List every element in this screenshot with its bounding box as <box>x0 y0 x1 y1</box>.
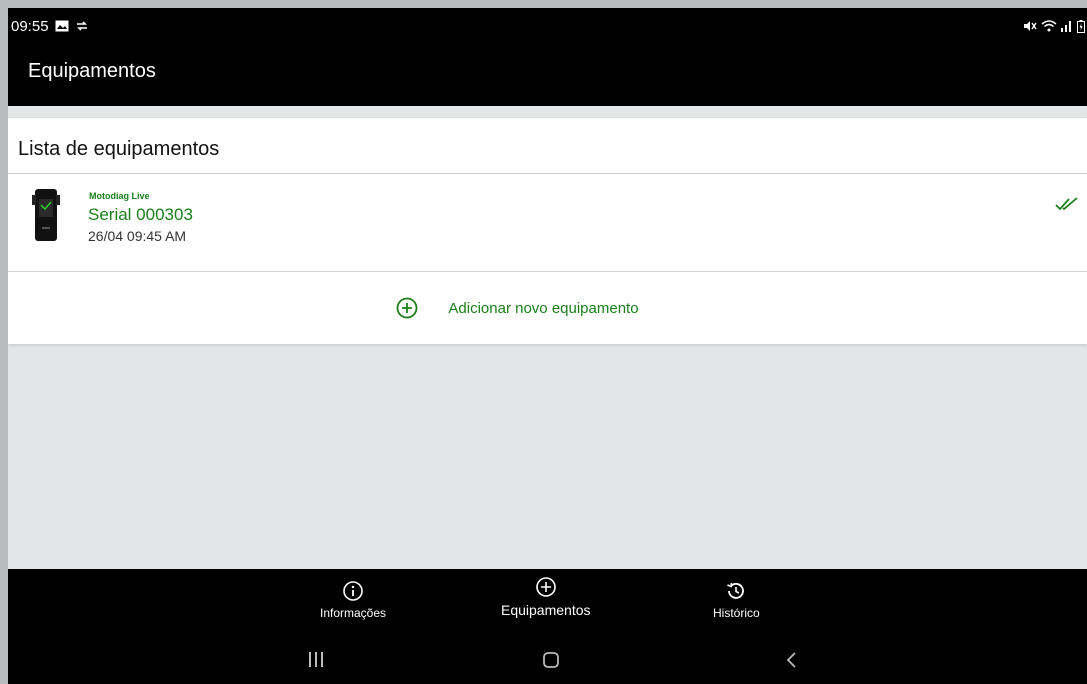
sync-notification-icon <box>76 21 87 31</box>
status-bar-right <box>1023 16 1085 36</box>
gallery-notification-icon <box>55 20 69 32</box>
nav-label: Histórico <box>713 606 760 620</box>
add-circle-icon <box>397 297 418 319</box>
page-title: Equipamentos <box>28 60 156 82</box>
add-equipment-label: Adicionar novo equipamento <box>448 299 639 317</box>
mute-icon <box>1024 21 1037 31</box>
double-check-icon <box>1055 197 1078 211</box>
equipment-list-item[interactable]: Motodiag Live Serial 000303 26/04 09:45 … <box>8 173 1087 271</box>
recent-apps-icon[interactable] <box>306 651 326 669</box>
add-circle-icon <box>535 577 556 597</box>
battery-icon <box>1077 19 1085 33</box>
app-frame: 09:55 Equipamentos Lista de equipamentos… <box>8 8 1087 684</box>
top-bar: 09:55 Equipamentos <box>8 8 1087 106</box>
system-navigation-bar <box>8 645 1087 675</box>
equipment-serial: Serial 000303 <box>88 205 193 224</box>
device-icon <box>32 189 60 241</box>
card-title: Lista de equipamentos <box>18 138 220 160</box>
add-equipment-button[interactable]: Adicionar novo equipamento <box>8 272 1087 344</box>
home-icon[interactable] <box>542 651 560 669</box>
nav-item-historico[interactable]: Histórico <box>713 580 760 620</box>
info-icon <box>343 581 363 601</box>
signal-icon <box>1061 21 1071 32</box>
equipment-date: 26/04 09:45 AM <box>88 228 187 244</box>
history-icon <box>727 582 745 599</box>
wifi-icon <box>1041 20 1057 32</box>
status-time: 09:55 <box>11 17 49 35</box>
back-icon[interactable] <box>785 651 799 669</box>
nav-item-informacoes[interactable]: Informações <box>320 580 386 620</box>
nav-label: Informações <box>320 606 387 620</box>
equipment-brand: Motodiag Live <box>89 191 150 201</box>
status-bar-left: 09:55 <box>11 16 89 36</box>
nav-item-equipamentos[interactable]: Equipamentos <box>501 576 591 618</box>
bottom-navigation: Informações Equipamentos Histórico <box>8 569 1087 684</box>
nav-label: Equipamentos <box>501 602 591 618</box>
equipment-list-card: Lista de equipamentos Motodiag Live Seri… <box>8 118 1087 344</box>
